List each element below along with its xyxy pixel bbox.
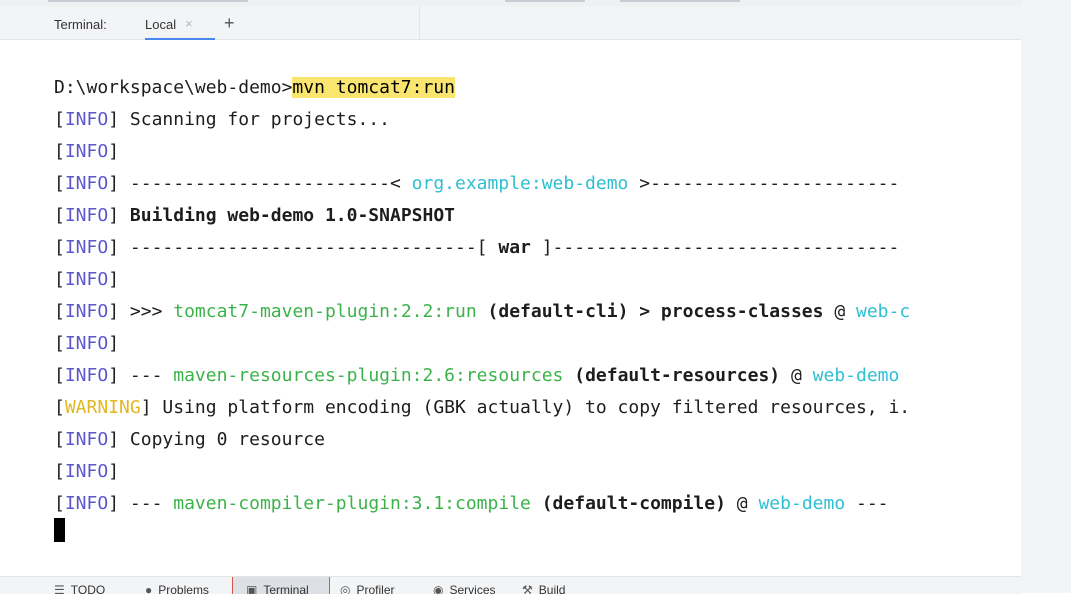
log-line: [WARNING] Using platform encoding (GBK a…	[54, 397, 911, 418]
log-text: @	[823, 301, 856, 322]
add-terminal-button[interactable]: +	[224, 13, 235, 34]
problems-button[interactable]: ● Problems	[145, 583, 209, 594]
info-tag: INFO	[64, 109, 109, 130]
artifact-id: web-demo	[812, 365, 900, 386]
info-tag: INFO	[64, 301, 109, 322]
log-text: >>>	[129, 301, 174, 322]
info-tag: INFO	[64, 269, 109, 290]
terminal-icon: ▣	[246, 583, 258, 594]
execution-id: (default-resources)	[574, 365, 781, 386]
log-text: --------------------------------[	[129, 237, 499, 258]
plugin-name: maven-compiler-plugin:3.1:compile	[173, 493, 531, 514]
info-tag: INFO	[64, 365, 109, 386]
info-tag: INFO	[64, 429, 109, 450]
right-edge-strip	[1021, 0, 1071, 593]
artifact-id: web-c	[856, 301, 911, 322]
plugin-name: tomcat7-maven-plugin:2.2:run	[173, 301, 477, 322]
log-line: [INFO] Building web-demo 1.0-SNAPSHOT	[54, 205, 455, 226]
services-icon: ◉	[433, 583, 444, 594]
terminal-button-label: Terminal	[263, 583, 309, 594]
tab-local[interactable]: Local ×	[145, 6, 215, 40]
log-text: ---	[129, 365, 174, 386]
build-button[interactable]: ⚒ Build	[522, 583, 565, 594]
log-line: [INFO]	[54, 141, 120, 162]
warning-tag: WARNING	[64, 397, 141, 418]
build-title: Building web-demo 1.0-SNAPSHOT	[129, 205, 455, 226]
todo-button[interactable]: ☰ TODO	[54, 583, 105, 594]
tab-local-label: Local	[145, 17, 177, 32]
info-tag: INFO	[64, 333, 109, 354]
log-line: [INFO]	[54, 461, 120, 482]
artifact-id: web-demo	[758, 493, 846, 514]
log-text: ---	[129, 493, 174, 514]
profiler-button[interactable]: ◎ Profiler	[340, 583, 395, 594]
terminal-button[interactable]: ▣ Terminal	[246, 583, 309, 594]
log-line: [INFO] Scanning for projects...	[54, 109, 390, 130]
problems-label: Problems	[158, 583, 209, 594]
profiler-label: Profiler	[356, 583, 395, 594]
command-text: mvn tomcat7:run	[292, 77, 455, 98]
cropped-text	[620, 0, 740, 2]
log-text: Scanning for projects...	[129, 109, 390, 130]
prompt: D:\workspace\web-demo>	[54, 77, 293, 98]
warning-circle-icon: ●	[145, 583, 153, 594]
list-icon: ☰	[54, 583, 65, 594]
info-tag: INFO	[64, 173, 109, 194]
log-text: @	[725, 493, 759, 514]
close-icon[interactable]: ×	[185, 16, 193, 31]
plugin-name: maven-resources-plugin:2.6:resources	[173, 365, 564, 386]
log-text: Copying 0 resource	[129, 429, 325, 450]
log-line: [INFO] --- maven-compiler-plugin:3.1:com…	[54, 493, 889, 514]
tool-window-bar: ☰ TODO ● Problems ▣ Terminal ◎ Profiler ◉ Ser…	[0, 576, 1021, 594]
cropped-text	[48, 0, 248, 2]
execution-id: (default-cli) > process-classes	[487, 301, 824, 322]
log-line: [INFO]	[54, 269, 120, 290]
services-button[interactable]: ◉ Services	[433, 583, 496, 594]
info-tag: INFO	[64, 461, 109, 482]
text-cursor	[54, 518, 65, 542]
log-text: ------------------------<	[129, 173, 412, 194]
terminal-label: Terminal:	[54, 17, 107, 32]
log-line: [INFO] Copying 0 resource	[54, 429, 325, 450]
hammer-icon: ⚒	[522, 583, 533, 594]
log-line: [INFO] ------------------------< org.exa…	[54, 173, 900, 194]
log-text: >-----------------------	[628, 173, 900, 194]
log-line: [INFO] --- maven-resources-plugin:2.6:re…	[54, 365, 900, 386]
log-text: @	[780, 365, 813, 386]
log-text: ---	[845, 493, 889, 514]
divider	[419, 6, 420, 39]
profiler-icon: ◎	[340, 583, 351, 594]
todo-label: TODO	[70, 583, 106, 594]
terminal-output[interactable]: D:\workspace\web-demo>mvn tomcat7:run [I…	[0, 40, 1021, 576]
log-text: Using platform encoding (GBK actually) t…	[162, 397, 911, 418]
log-line: [INFO] >>> tomcat7-maven-plugin:2.2:run …	[54, 301, 911, 322]
info-tag: INFO	[64, 237, 109, 258]
command-line: D:\workspace\web-demo>mvn tomcat7:run	[54, 76, 455, 100]
log-text: ]--------------------------------	[530, 237, 900, 258]
info-tag: INFO	[64, 493, 109, 514]
artifact-id: org.example:web-demo	[411, 173, 629, 194]
info-tag: INFO	[64, 205, 109, 226]
log-line: [INFO]	[54, 333, 120, 354]
execution-id: (default-compile)	[541, 493, 726, 514]
cropped-text	[505, 0, 585, 2]
services-label: Services	[449, 583, 496, 594]
packaging: war	[498, 237, 531, 258]
info-tag: INFO	[64, 141, 109, 162]
terminal-tab-bar: Terminal: Local × +	[0, 6, 1021, 40]
log-line: [INFO] --------------------------------[…	[54, 237, 900, 258]
build-label: Build	[538, 583, 566, 594]
